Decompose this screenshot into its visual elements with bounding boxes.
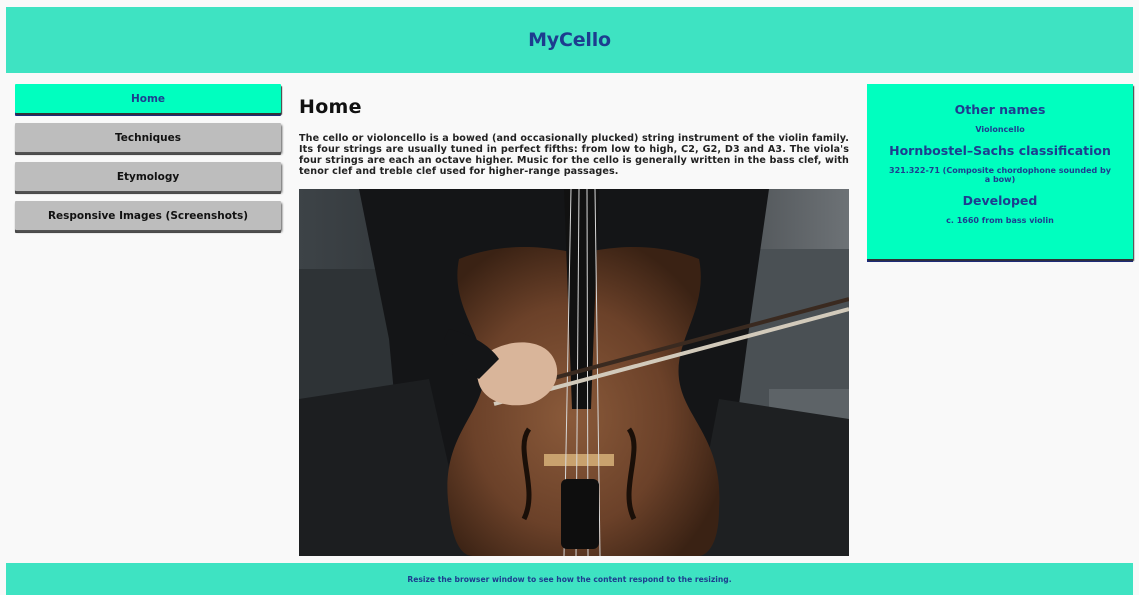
site-header: MyCello <box>6 7 1133 73</box>
main-content: Home The cello or violoncello is a bowed… <box>299 96 849 177</box>
nav-item-home[interactable]: Home <box>15 84 281 113</box>
info-value-developed: c. 1660 from bass violin <box>946 215 1054 225</box>
page: MyCello Home Techniques Etymology Respon… <box>0 0 1139 595</box>
footer-text: Resize the browser window to see how the… <box>407 574 732 584</box>
intro-paragraph: The cello or violoncello is a bowed (and… <box>299 133 849 177</box>
sidebar-nav: Home Techniques Etymology Responsive Ima… <box>15 84 281 240</box>
info-value-classification: 321.322-71 (Composite chordophone sounde… <box>889 165 1111 185</box>
cello-photo <box>299 189 849 556</box>
page-title: Home <box>299 96 362 118</box>
nav-item-techniques[interactable]: Techniques <box>15 123 281 152</box>
info-heading-other-names: Other names <box>954 102 1046 117</box>
info-heading-classification: Hornbostel–Sachs classification <box>889 142 1111 158</box>
info-value-other-names: Violoncello <box>975 125 1025 134</box>
cello-photo-illustration <box>299 189 849 556</box>
site-title: MyCello <box>528 29 611 51</box>
nav-item-etymology[interactable]: Etymology <box>15 162 281 191</box>
info-panel: Other names Violoncello Hornbostel–Sachs… <box>867 84 1133 259</box>
nav-item-responsive-images[interactable]: Responsive Images (Screenshots) <box>15 201 281 230</box>
info-heading-developed: Developed <box>962 192 1038 208</box>
site-footer: Resize the browser window to see how the… <box>6 563 1133 595</box>
